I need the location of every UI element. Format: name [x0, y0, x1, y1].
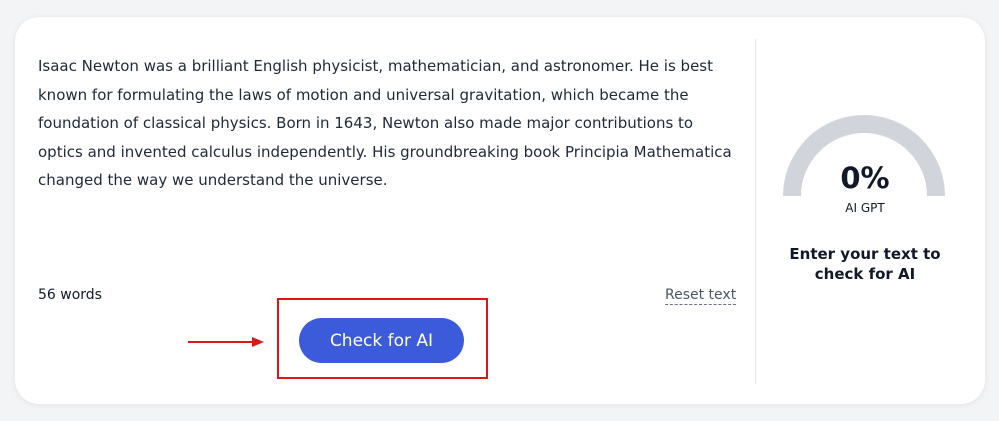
reset-text-link[interactable]: Reset text	[665, 287, 737, 305]
result-message: Enter your text to check for AI	[789, 245, 941, 283]
ai-score-percent: 0%	[840, 161, 890, 195]
word-count: 56 words	[38, 287, 102, 303]
text-input-area[interactable]: Isaac Newton was a brilliant English phy…	[38, 52, 738, 195]
arrow-right-icon	[188, 337, 264, 347]
ai-checker-card: Isaac Newton was a brilliant English phy…	[15, 17, 985, 404]
ai-score-caption: AI GPT	[845, 201, 885, 215]
panel-divider	[755, 39, 756, 384]
check-for-ai-button[interactable]: Check for AI	[299, 318, 464, 363]
